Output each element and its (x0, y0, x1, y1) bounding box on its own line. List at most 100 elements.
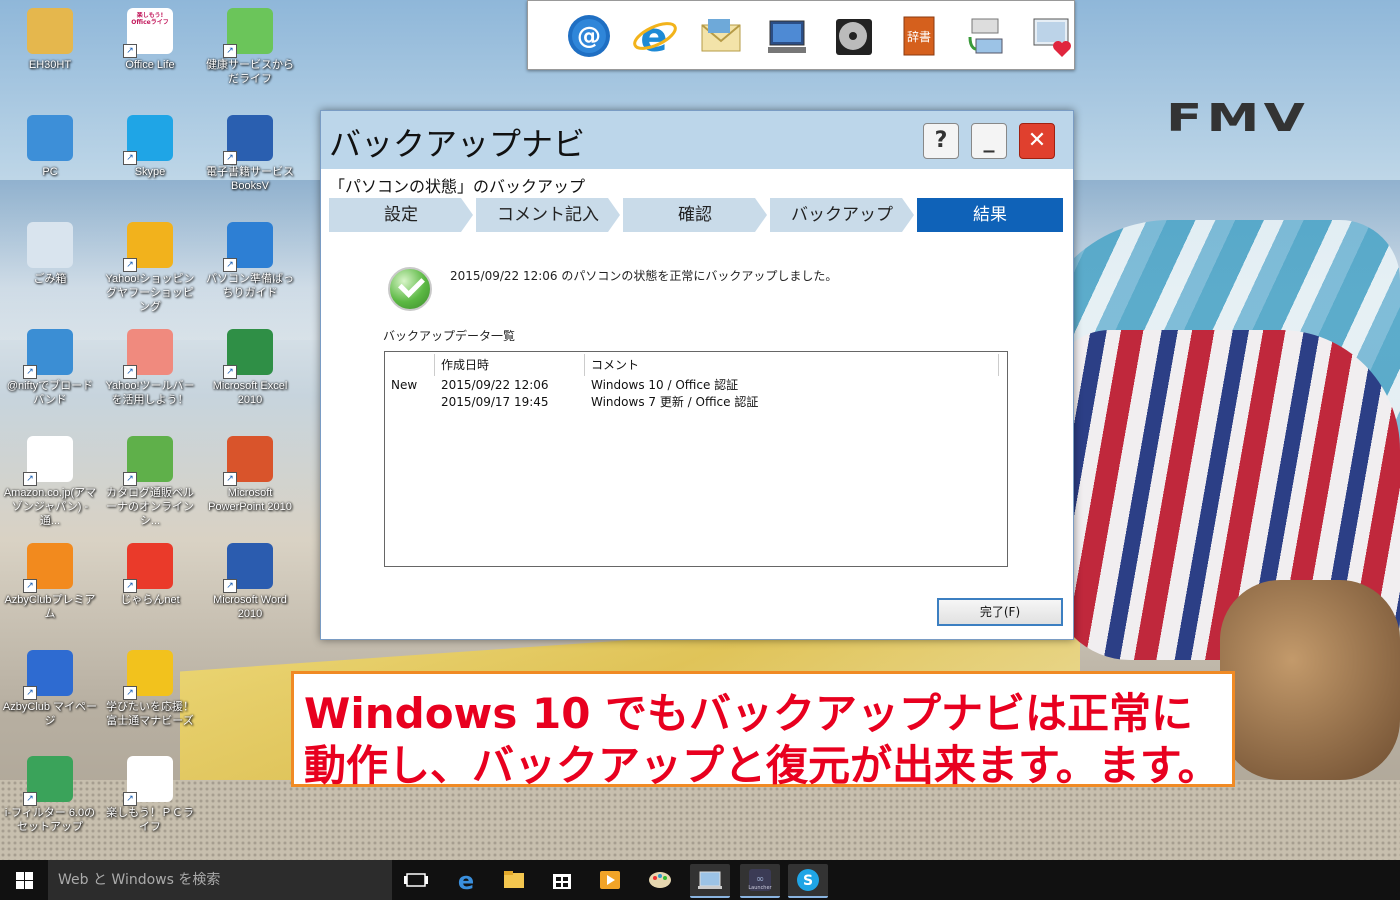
wdlc-icon: ↗ (123, 756, 173, 806)
desktop-icon-manabees[interactable]: ↗ 学びたいを応援！富士通マナビーズ (100, 650, 200, 728)
help-button[interactable]: ? (923, 123, 959, 159)
minimize-button[interactable]: _ (971, 123, 1007, 159)
fmv-logo: FMV (1166, 96, 1310, 140)
desktop-icon-user-folder[interactable]: EH30HT (0, 8, 100, 72)
desktop-icon-office-life[interactable]: 楽しもう! Officeライフ ↗ Office Life (100, 8, 200, 72)
computer-settings-icon[interactable] (764, 13, 810, 59)
finish-button[interactable]: 完了(F) (937, 598, 1063, 626)
dictionary-text: 辞書 (907, 29, 931, 44)
desktop-icon-excel[interactable]: ↗ Microsoft Excel 2010 (200, 329, 300, 407)
step-comment: コメント記入 (476, 198, 620, 232)
shortcut-arrow-icon: ↗ (223, 44, 237, 58)
desktop-icon-pc[interactable]: PC (0, 115, 100, 179)
desktop-icon-label: 楽しもう！ＰＣライフ (106, 807, 194, 833)
yahoo-shopping-icon: ↗ (123, 222, 173, 272)
office-life-tile-text: 楽しもう! Officeライフ (131, 12, 169, 26)
desktop-icon-belluna[interactable]: ↗ カタログ通販ベルーナのオンラインシ... (100, 436, 200, 528)
desktop-icon-yahoo-toolbar[interactable]: ↗ Yahoo!ツールバーを活用しよう！ (100, 329, 200, 407)
column-header-date[interactable]: 作成日時 (435, 354, 585, 376)
desktop-icon-amazon[interactable]: ↗ Amazon.co.jp(アマゾンジャパン) - 通... (0, 436, 100, 528)
backup-navi-icon[interactable] (690, 864, 730, 898)
desktop-icon-label: Microsoft PowerPoint 2010 (208, 487, 292, 513)
quick-launch-toolbar: @ e 辞書 (527, 0, 1075, 70)
close-button[interactable]: ✕ (1019, 123, 1055, 159)
desktop-icon-label: EH30HT (28, 59, 72, 71)
media-player-icon[interactable] (590, 864, 630, 896)
paint-icon[interactable] (640, 864, 680, 896)
shortcut-arrow-icon: ↗ (223, 365, 237, 379)
desktop-icon-label: パソコン準備ばっちりガイド (206, 273, 294, 299)
task-view-icon[interactable] (396, 864, 436, 896)
annotation-box: Windows 10 でもバックアップナビは正常に 動作し、バックアップと復元が… (291, 671, 1235, 790)
svg-text:∞: ∞ (756, 874, 764, 885)
email-icon[interactable]: @ (566, 13, 612, 59)
excel-icon: ↗ (223, 329, 273, 379)
dictionary-icon[interactable]: 辞書 (896, 13, 942, 59)
row-comment: Windows 7 更新 / Office 認証 (591, 395, 759, 409)
favorite-pc-icon[interactable] (1028, 13, 1074, 59)
desktop-icon-i-filter[interactable]: ↗ i-フィルター 6.0のセットアップ (0, 756, 100, 834)
desktop-icon-label: Skype (134, 166, 166, 178)
row-date: 2015/09/22 12:06 (441, 378, 549, 392)
edge-icon[interactable]: e (446, 864, 486, 896)
column-header-flag[interactable] (385, 354, 435, 376)
desktop-icon-pc-setup-guide[interactable]: ↗ パソコン準備ばっちりガイド (200, 222, 300, 300)
shortcut-arrow-icon: ↗ (223, 258, 237, 272)
yahoo-toolbar-icon: ↗ (123, 329, 173, 379)
list-item[interactable]: New 2015/09/22 12:06 Windows 10 / Office… (385, 377, 1007, 394)
file-explorer-icon[interactable] (494, 864, 534, 896)
step-settings: 設定 (329, 198, 473, 232)
desktop-icon-label: @niftyでブロードバンド (6, 380, 94, 406)
list-item[interactable]: 2015/09/17 19:45 Windows 7 更新 / Office 認… (385, 394, 1007, 411)
row-flag: New (391, 378, 418, 392)
mail-envelope-icon[interactable] (698, 13, 744, 59)
internet-explorer-icon[interactable]: e (632, 13, 678, 61)
desktop-icon-label: 健康サービスからだライフ (206, 59, 294, 85)
windows-logo-pane (25, 872, 33, 880)
svg-text:@: @ (577, 22, 601, 50)
result-message: 2015/09/22 12:06 のパソコンの状態を正常にバックアップしました。 (450, 269, 838, 283)
media-disc-icon[interactable] (830, 13, 876, 59)
desktop-icon-yahoo-shopping[interactable]: ↗ Yahoo!ショッピングヤフーショッピング (100, 222, 200, 314)
desktop-icon-nifty[interactable]: ↗ @niftyでブロードバンド (0, 329, 100, 407)
step-backup: バックアップ (770, 198, 914, 232)
shortcut-arrow-icon: ↗ (23, 579, 37, 593)
taskbar: Web と Windows を検索 e ∞ Launcher S (0, 860, 1400, 900)
dialog-titlebar[interactable]: バックアップナビ ? _ ✕ (321, 111, 1073, 169)
desktop-icon-azbyclub-mypage[interactable]: ↗ AzbyClub マイページ (0, 650, 100, 728)
store-icon[interactable] (542, 864, 582, 896)
step-result: 結果 (917, 198, 1063, 232)
ebook-service-icon: ↗ (223, 115, 273, 165)
launcher-icon[interactable]: ∞ Launcher (740, 864, 780, 898)
desktop-icon-label: カタログ通販ベルーナのオンラインシ... (106, 487, 194, 527)
annotation-line-2: 動作し、バックアップと復元が出来ます。ます。 (304, 741, 1220, 790)
shortcut-arrow-icon: ↗ (23, 792, 37, 806)
desktop-icon-wdlc[interactable]: ↗ 楽しもう！ＰＣライフ (100, 756, 200, 834)
taskbar-search-box[interactable]: Web と Windows を検索 (48, 860, 392, 900)
printer-network-icon[interactable] (962, 13, 1008, 59)
shortcut-arrow-icon: ↗ (123, 792, 137, 806)
desktop-icon-recycle-bin[interactable]: ごみ箱 (0, 222, 100, 286)
desktop-icon-label: 学びたいを応援！富士通マナビーズ (106, 701, 194, 727)
skype-icon[interactable]: S (788, 864, 828, 898)
azbyclub-premium-icon: ↗ (23, 543, 73, 593)
dialog-title: バックアップナビ (329, 125, 586, 163)
desktop-icon-ebook-service[interactable]: ↗ 電子書籍サービスBooksV (200, 115, 300, 193)
user-folder-icon (27, 8, 73, 54)
shortcut-arrow-icon: ↗ (223, 472, 237, 486)
desktop-icon-jalan[interactable]: ↗ じゃらんnet (100, 543, 200, 607)
desktop-icon-skype[interactable]: ↗ Skype (100, 115, 200, 179)
amazon-icon: ↗ (23, 436, 73, 486)
start-button[interactable] (0, 860, 48, 900)
step-confirm: 確認 (623, 198, 767, 232)
backup-data-list[interactable]: 作成日時 コメント New 2015/09/22 12:06 Windows 1… (384, 351, 1008, 567)
row-date: 2015/09/17 19:45 (441, 395, 549, 409)
column-header-comment[interactable]: コメント (585, 354, 999, 376)
desktop-icon-word[interactable]: ↗ Microsoft Word 2010 (200, 543, 300, 621)
desktop-icon-powerpoint[interactable]: ↗ Microsoft PowerPoint 2010 (200, 436, 300, 514)
desktop-icon-label: Microsoft Excel 2010 (212, 380, 288, 406)
desktop-icon-label: Microsoft Word 2010 (213, 594, 287, 620)
desktop-icon-label: ごみ箱 (33, 273, 67, 285)
desktop-icon-azbyclub-premium[interactable]: ↗ AzbyClubプレミアム (0, 543, 100, 621)
desktop-icon-health-service[interactable]: ↗ 健康サービスからだライフ (200, 8, 300, 86)
